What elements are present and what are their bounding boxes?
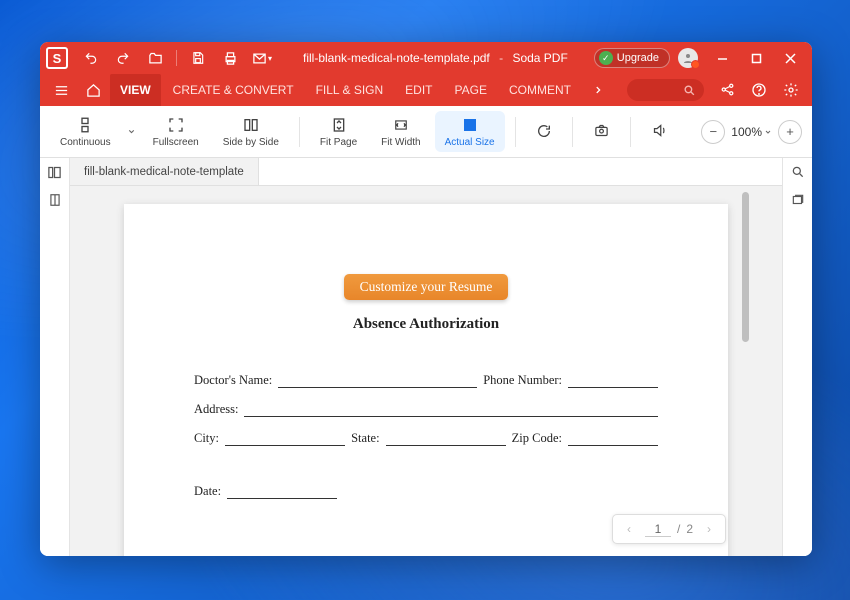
label-city: City:	[194, 431, 219, 446]
account-avatar[interactable]	[678, 48, 698, 68]
close-button[interactable]	[774, 43, 806, 73]
save-button[interactable]	[183, 43, 213, 73]
next-page-button[interactable]: ›	[699, 522, 719, 536]
zoom-out-button[interactable]: −	[701, 120, 725, 144]
total-pages: 2	[686, 522, 693, 536]
app-logo: S	[46, 47, 68, 69]
help-button[interactable]	[744, 82, 774, 98]
menu-bar: VIEW CREATE & CONVERT FILL & SIGN EDIT P…	[40, 74, 812, 106]
zoom-in-button[interactable]: +	[778, 120, 802, 144]
page-navigator: ‹ / 2 ›	[612, 514, 726, 544]
tab-page[interactable]: PAGE	[445, 74, 497, 106]
title-bar: S ▾ fill-blank-medical-note-template.pdf…	[40, 42, 812, 74]
zoom-controls: − 100% +	[701, 120, 802, 144]
field-zip[interactable]	[568, 432, 658, 446]
find-button[interactable]	[783, 158, 812, 186]
tool-read-aloud[interactable]	[641, 117, 678, 147]
redo-button[interactable]	[108, 43, 138, 73]
upgrade-button[interactable]: ✓ Upgrade	[594, 48, 670, 68]
field-doctor-name[interactable]	[278, 374, 477, 388]
zoom-dropdown[interactable]: 100%	[731, 125, 772, 139]
label-date: Date:	[194, 484, 221, 499]
tab-view[interactable]: VIEW	[110, 74, 161, 106]
field-date[interactable]	[227, 485, 337, 499]
tool-rotate[interactable]	[526, 117, 562, 147]
window-title: fill-blank-medical-note-template.pdf - S…	[277, 51, 594, 65]
maximize-button[interactable]	[740, 43, 772, 73]
svg-text:1:1: 1:1	[465, 124, 474, 130]
tool-snapshot[interactable]	[583, 117, 620, 147]
print-button[interactable]	[215, 43, 245, 73]
label-phone: Phone Number:	[483, 373, 562, 388]
document-viewport[interactable]: Customize your Resume Absence Authorizat…	[70, 186, 782, 556]
document-title: Absence Authorization	[194, 316, 658, 333]
tab-edit[interactable]: EDIT	[395, 74, 442, 106]
email-button[interactable]: ▾	[247, 43, 277, 73]
label-state: State:	[351, 431, 379, 446]
tool-side-by-side[interactable]: Side by Side	[213, 111, 289, 152]
vertical-scrollbar[interactable]	[742, 192, 749, 342]
tool-fit-width[interactable]: Fit Width	[371, 111, 430, 152]
bookmarks-panel-button[interactable]	[40, 186, 69, 214]
field-city[interactable]	[225, 432, 345, 446]
page-sep: /	[677, 522, 680, 536]
label-doctor-name: Doctor's Name:	[194, 373, 272, 388]
check-icon: ✓	[599, 51, 613, 65]
field-state[interactable]	[386, 432, 506, 446]
document-tabs: fill-blank-medical-note-template	[70, 158, 782, 186]
left-rail	[40, 158, 70, 556]
app-window: S ▾ fill-blank-medical-note-template.pdf…	[40, 42, 812, 556]
settings-button[interactable]	[776, 82, 806, 98]
tool-actual-size[interactable]: 1:1 Actual Size	[435, 111, 505, 152]
field-address[interactable]	[244, 403, 658, 417]
tab-fill-sign[interactable]: FILL & SIGN	[306, 74, 394, 106]
document-tab[interactable]: fill-blank-medical-note-template	[70, 158, 259, 185]
field-phone[interactable]	[568, 374, 658, 388]
thumbnails-panel-button[interactable]	[40, 158, 69, 186]
pdf-page: Customize your Resume Absence Authorizat…	[124, 204, 728, 556]
tab-create-convert[interactable]: CREATE & CONVERT	[163, 74, 304, 106]
tool-continuous[interactable]: Continuous	[50, 111, 121, 152]
undo-button[interactable]	[76, 43, 106, 73]
label-address: Address:	[194, 402, 238, 417]
minimize-button[interactable]	[706, 43, 738, 73]
share-button[interactable]	[712, 82, 742, 97]
search-icon	[683, 84, 696, 97]
customize-resume-button[interactable]: Customize your Resume	[344, 274, 509, 300]
right-rail	[782, 158, 812, 556]
open-folder-button[interactable]	[140, 43, 170, 73]
tab-comment[interactable]: COMMENT	[499, 74, 581, 106]
prev-page-button[interactable]: ‹	[619, 522, 639, 536]
layers-button[interactable]	[783, 186, 812, 214]
search-input[interactable]	[627, 79, 704, 101]
hamburger-menu-button[interactable]	[46, 74, 76, 106]
tabs-overflow-button[interactable]	[583, 74, 613, 106]
view-toolbar: Continuous Fullscreen Side by Side Fit P…	[40, 106, 812, 158]
tool-fit-page[interactable]: Fit Page	[310, 111, 367, 152]
home-button[interactable]	[78, 74, 108, 106]
continuous-dropdown[interactable]	[125, 106, 139, 158]
tool-fullscreen[interactable]: Fullscreen	[143, 111, 209, 152]
content-area: fill-blank-medical-note-template Customi…	[40, 158, 812, 556]
current-page-input[interactable]	[645, 522, 671, 537]
label-zip: Zip Code:	[512, 431, 562, 446]
